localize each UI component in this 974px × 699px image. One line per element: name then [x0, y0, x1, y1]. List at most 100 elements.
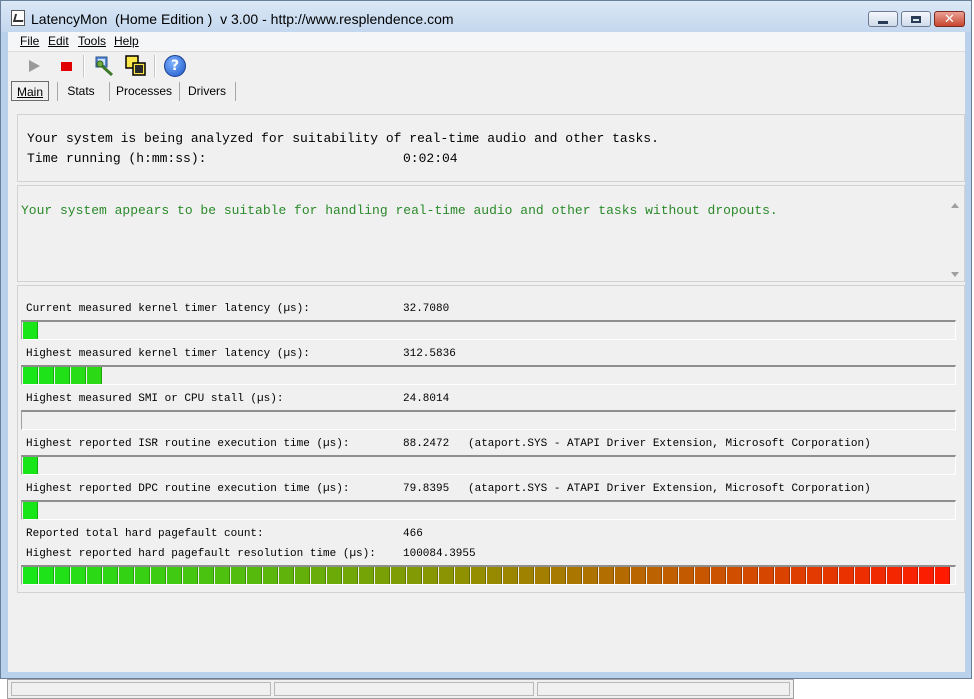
- level-bar-segment: [839, 567, 854, 584]
- help-button[interactable]: ?: [163, 54, 187, 78]
- maximize-button[interactable]: [901, 11, 931, 27]
- metric-value: 24.8014: [403, 393, 450, 405]
- level-bar-segment: [247, 567, 262, 584]
- level-bar-segment: [87, 367, 102, 384]
- processes-button[interactable]: [124, 54, 148, 78]
- level-bar-segment: [711, 567, 726, 584]
- tab-separator: [57, 82, 58, 101]
- level-bar-segment: [599, 567, 614, 584]
- level-bar-segment: [503, 567, 518, 584]
- tab-separator: [109, 82, 110, 101]
- start-button[interactable]: [22, 54, 46, 78]
- pagefault-time-value: 100084.3955: [403, 548, 476, 560]
- level-bar-segment: [295, 567, 310, 584]
- level-bar-segment: [343, 567, 358, 584]
- close-icon: ✕: [944, 11, 955, 27]
- menu-help[interactable]: Help: [114, 34, 139, 48]
- level-bar-segment: [391, 567, 406, 584]
- verdict-panel: Your system appears to be suitable for h…: [17, 185, 965, 282]
- maximize-icon: [911, 15, 921, 23]
- scroll-down-icon[interactable]: [951, 272, 959, 277]
- tab-drivers-label: Drivers: [188, 84, 226, 98]
- tab-processes[interactable]: Processes: [114, 81, 174, 101]
- level-bar-segment: [55, 567, 70, 584]
- verdict-scrollbar[interactable]: [948, 200, 962, 280]
- tab-main-label: Main: [16, 85, 43, 99]
- level-bar-segment: [471, 567, 486, 584]
- windows-icon: [125, 55, 146, 76]
- level-bar-segment: [327, 567, 342, 584]
- status-cell: [537, 682, 790, 696]
- level-bar-segment: [199, 567, 214, 584]
- level-bar-segment: [23, 502, 38, 519]
- level-bar: [21, 455, 956, 475]
- metrics-panel: Current measured kernel timer latency (µ…: [17, 285, 965, 593]
- level-bar-fill: [23, 367, 103, 384]
- tab-drivers[interactable]: Drivers: [184, 81, 230, 101]
- level-bar-segment: [807, 567, 822, 584]
- metric-value: 32.7080: [403, 303, 450, 315]
- title-bar[interactable]: LatencyMon (Home Edition ) v 3.00 - http…: [1, 1, 971, 32]
- level-bar-segment: [567, 567, 582, 584]
- level-bar-segment: [39, 567, 54, 584]
- tab-stats-label: Stats: [67, 84, 95, 98]
- wrench-icon: [95, 56, 114, 77]
- stop-button[interactable]: [54, 54, 78, 78]
- level-bar-segment: [631, 567, 646, 584]
- tab-main[interactable]: Main: [11, 81, 49, 101]
- minimize-button[interactable]: [868, 11, 898, 27]
- status-cell: [274, 682, 534, 696]
- level-bar-segment: [71, 367, 86, 384]
- metric-label: Highest measured kernel timer latency (µ…: [26, 348, 310, 360]
- level-bar-segment: [151, 567, 166, 584]
- level-bar-segment: [231, 567, 246, 584]
- level-bar-segment: [647, 567, 662, 584]
- tab-separator: [179, 82, 180, 101]
- menu-tools-label: Tools: [78, 34, 107, 48]
- level-bar-segment: [407, 567, 422, 584]
- menu-help-label: Help: [114, 34, 139, 48]
- minimize-icon: [878, 20, 888, 24]
- metric-value: 79.8395: [403, 483, 450, 495]
- tab-stats[interactable]: Stats: [61, 81, 101, 101]
- menu-file[interactable]: File: [20, 34, 39, 48]
- level-bar-segment: [103, 567, 118, 584]
- level-bar-segment: [455, 567, 470, 584]
- metric-label: Highest reported DPC routine execution t…: [26, 483, 350, 495]
- window-title: LatencyMon (Home Edition ) v 3.00 - http…: [31, 11, 454, 27]
- close-button[interactable]: ✕: [934, 11, 965, 27]
- level-bar-segment: [183, 567, 198, 584]
- level-bar-fill: [23, 457, 39, 474]
- level-bar-segment: [311, 567, 326, 584]
- level-bar-segment: [855, 567, 870, 584]
- level-bar-segment: [87, 567, 102, 584]
- toolbar-separator: [154, 55, 156, 77]
- status-bar: [7, 679, 794, 699]
- app-window: LatencyMon (Home Edition ) v 3.00 - http…: [0, 0, 972, 679]
- scroll-up-icon[interactable]: [951, 203, 959, 208]
- level-bar-segment: [679, 567, 694, 584]
- tab-processes-label: Processes: [115, 84, 173, 98]
- level-bar: [21, 320, 956, 340]
- metric-detail: (ataport.SYS - ATAPI Driver Extension, M…: [468, 438, 871, 450]
- level-bar: [21, 565, 956, 585]
- level-bar-segment: [439, 567, 454, 584]
- options-button[interactable]: [92, 54, 116, 78]
- menu-tools[interactable]: Tools: [78, 34, 106, 48]
- level-bar-segment: [375, 567, 390, 584]
- toolbar: ?: [8, 52, 965, 80]
- time-running-value: 0:02:04: [403, 151, 458, 166]
- level-bar-segment: [135, 567, 150, 584]
- level-bar-segment: [695, 567, 710, 584]
- menu-edit[interactable]: Edit: [48, 34, 69, 48]
- analysis-status-text: Your system is being analyzed for suitab…: [27, 131, 659, 146]
- level-bar-segment: [775, 567, 790, 584]
- level-bar-segment: [279, 567, 294, 584]
- level-bar-segment: [743, 567, 758, 584]
- metric-label: Current measured kernel timer latency (µ…: [26, 303, 310, 315]
- metric-label: Highest measured SMI or CPU stall (µs):: [26, 393, 284, 405]
- level-bar-segment: [55, 367, 70, 384]
- level-bar-segment: [759, 567, 774, 584]
- level-bar-segment: [215, 567, 230, 584]
- level-bar-segment: [887, 567, 902, 584]
